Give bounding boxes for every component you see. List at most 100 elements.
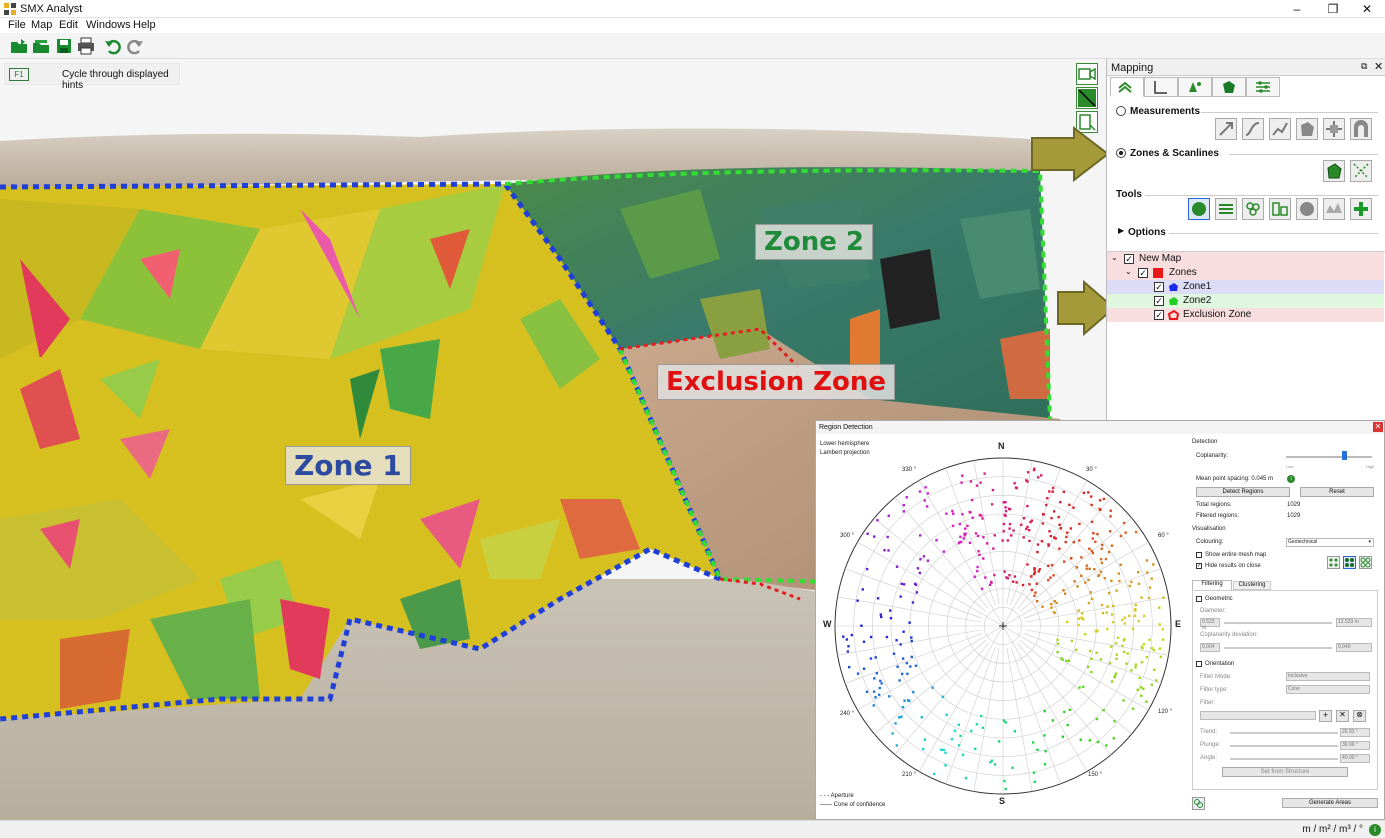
- angle-slider[interactable]: [1230, 758, 1338, 760]
- options-expand-icon[interactable]: ▶: [1118, 226, 1124, 235]
- pole-point: [898, 679, 901, 682]
- open-folder-icon[interactable]: [10, 37, 28, 55]
- azimuth-label: 330 °: [902, 467, 917, 473]
- tab-scanline-tools[interactable]: [1110, 77, 1144, 97]
- zones-scanlines-radio[interactable]: [1116, 148, 1126, 158]
- collapse-chevron-icon[interactable]: ⌄: [1125, 267, 1132, 276]
- cluster-tool-button[interactable]: [1242, 198, 1264, 220]
- trend-slider[interactable]: [1230, 732, 1338, 734]
- polyline-measure-button[interactable]: [1269, 118, 1291, 140]
- shape-tool-button[interactable]: [1296, 198, 1318, 220]
- tree-item-new-map[interactable]: ⌄ ✓ New Map: [1107, 252, 1384, 266]
- options-heading[interactable]: Options: [1128, 227, 1166, 238]
- tree-item-zone2[interactable]: ✓ Zone2: [1107, 294, 1384, 308]
- draw-zone-button[interactable]: [1323, 160, 1345, 182]
- redo-icon[interactable]: [126, 37, 144, 55]
- orientation-checkbox[interactable]: [1196, 661, 1202, 667]
- info-icon[interactable]: i: [1369, 824, 1381, 836]
- stereonet[interactable]: [821, 441, 1186, 811]
- plunge-input[interactable]: 36.96 °: [1340, 741, 1370, 750]
- detect-regions-button[interactable]: Detect Regions: [1196, 487, 1290, 497]
- zoom-fit-button[interactable]: [1192, 797, 1205, 810]
- blocks-tool-button[interactable]: [1269, 198, 1291, 220]
- measurements-radio[interactable]: [1116, 106, 1126, 116]
- collapse-chevron-icon[interactable]: ⌄: [1111, 253, 1118, 262]
- diameter-range-slider[interactable]: [1224, 622, 1332, 624]
- set-from-structure-button[interactable]: Set from Structure: [1222, 767, 1348, 777]
- menu-file[interactable]: File: [8, 19, 26, 31]
- geometric-checkbox[interactable]: [1196, 596, 1202, 602]
- print-icon[interactable]: [77, 37, 95, 55]
- angle-input[interactable]: 40.00 °: [1340, 754, 1370, 763]
- trend-input[interactable]: 26.83 °: [1340, 728, 1370, 737]
- remove-filter-button[interactable]: ✕: [1336, 710, 1349, 722]
- save-icon[interactable]: [55, 37, 73, 55]
- close-panel-icon[interactable]: ✕: [1374, 60, 1383, 73]
- draw-scanline-button[interactable]: [1350, 160, 1372, 182]
- float-panel-icon[interactable]: ⧉: [1361, 61, 1367, 72]
- profile-tool-button[interactable]: [1323, 198, 1345, 220]
- diameter-min-input[interactable]: 0.523 m: [1200, 618, 1220, 631]
- coplanarity-max-input[interactable]: 0.040: [1336, 643, 1372, 652]
- pole-point: [1086, 665, 1090, 669]
- maximize-button[interactable]: ❐: [1316, 0, 1350, 18]
- tunnel-measure-button[interactable]: [1350, 118, 1372, 140]
- pole-point: [869, 635, 873, 639]
- pole-point: [1112, 604, 1115, 608]
- curve-measure-button[interactable]: [1242, 118, 1264, 140]
- tab-angle[interactable]: [1144, 77, 1178, 97]
- menu-help[interactable]: Help: [133, 19, 156, 31]
- colouring-select[interactable]: Geotechnical ▾: [1286, 538, 1374, 547]
- zones-checkbox[interactable]: ✓: [1138, 268, 1148, 278]
- reset-button[interactable]: Reset: [1300, 487, 1374, 497]
- add-filter-button[interactable]: +: [1319, 710, 1332, 722]
- generate-areas-button[interactable]: Generate Areas: [1282, 798, 1378, 808]
- clear-filter-button[interactable]: ⊗: [1353, 710, 1366, 722]
- region-detection-tool-button[interactable]: [1188, 198, 1210, 220]
- plane-view-button[interactable]: [1076, 87, 1098, 109]
- coplanarity-range-slider[interactable]: [1224, 647, 1332, 649]
- tree-item-zones[interactable]: ⌄ ✓ Zones: [1107, 266, 1384, 280]
- filter-type-select[interactable]: Cone: [1286, 685, 1370, 694]
- menu-windows[interactable]: Windows: [86, 19, 131, 31]
- filter-mode-select[interactable]: Inclusive: [1286, 672, 1370, 681]
- line-measure-button[interactable]: [1215, 118, 1237, 140]
- undo-icon[interactable]: [104, 37, 122, 55]
- view-mode-2-button[interactable]: [1343, 556, 1356, 569]
- tab-traces[interactable]: [1178, 77, 1212, 97]
- tab-clustering[interactable]: Clustering: [1233, 581, 1271, 590]
- dialog-close-button[interactable]: ✕: [1373, 422, 1383, 432]
- coplanarity-min-input[interactable]: 0.004: [1200, 643, 1220, 652]
- volume-measure-button[interactable]: [1323, 118, 1345, 140]
- new-map-checkbox[interactable]: ✓: [1124, 254, 1134, 264]
- view-mode-1-button[interactable]: [1327, 556, 1340, 569]
- tree-item-zone1[interactable]: ✓ Zone1: [1107, 280, 1384, 294]
- pole-point: [1027, 528, 1031, 532]
- close-button[interactable]: ✕: [1350, 0, 1384, 18]
- tree-item-exclusion-zone[interactable]: ✓ Exclusion Zone: [1107, 308, 1384, 322]
- zone2-checkbox[interactable]: ✓: [1154, 296, 1164, 306]
- camera-view-button[interactable]: [1076, 63, 1098, 85]
- view-mode-3-button[interactable]: [1359, 556, 1372, 569]
- diameter-max-input[interactable]: 12.533 m: [1336, 618, 1372, 627]
- exclusion-zone-checkbox[interactable]: ✓: [1154, 310, 1164, 320]
- tab-filtering[interactable]: Filtering: [1192, 580, 1232, 590]
- menu-map[interactable]: Map: [31, 19, 52, 31]
- hide-results-checkbox[interactable]: ✓: [1196, 563, 1202, 569]
- tab-settings[interactable]: [1246, 77, 1280, 97]
- info-icon[interactable]: i: [1287, 475, 1295, 483]
- layers-tool-button[interactable]: [1215, 198, 1237, 220]
- plunge-slider[interactable]: [1230, 745, 1338, 747]
- show-mesh-checkbox[interactable]: [1196, 552, 1202, 558]
- pole-point: [1052, 574, 1055, 577]
- minimize-button[interactable]: –: [1280, 0, 1314, 18]
- coplanarity-slider-thumb[interactable]: [1342, 451, 1348, 460]
- filter-select[interactable]: [1200, 711, 1316, 720]
- add-tool-button[interactable]: [1350, 198, 1372, 220]
- menu-edit[interactable]: Edit: [59, 19, 78, 31]
- area-measure-button[interactable]: [1296, 118, 1318, 140]
- tab-regions[interactable]: [1212, 77, 1246, 97]
- open-project-icon[interactable]: [32, 37, 50, 55]
- coplanarity-slider-track[interactable]: [1286, 456, 1372, 458]
- zone1-checkbox[interactable]: ✓: [1154, 282, 1164, 292]
